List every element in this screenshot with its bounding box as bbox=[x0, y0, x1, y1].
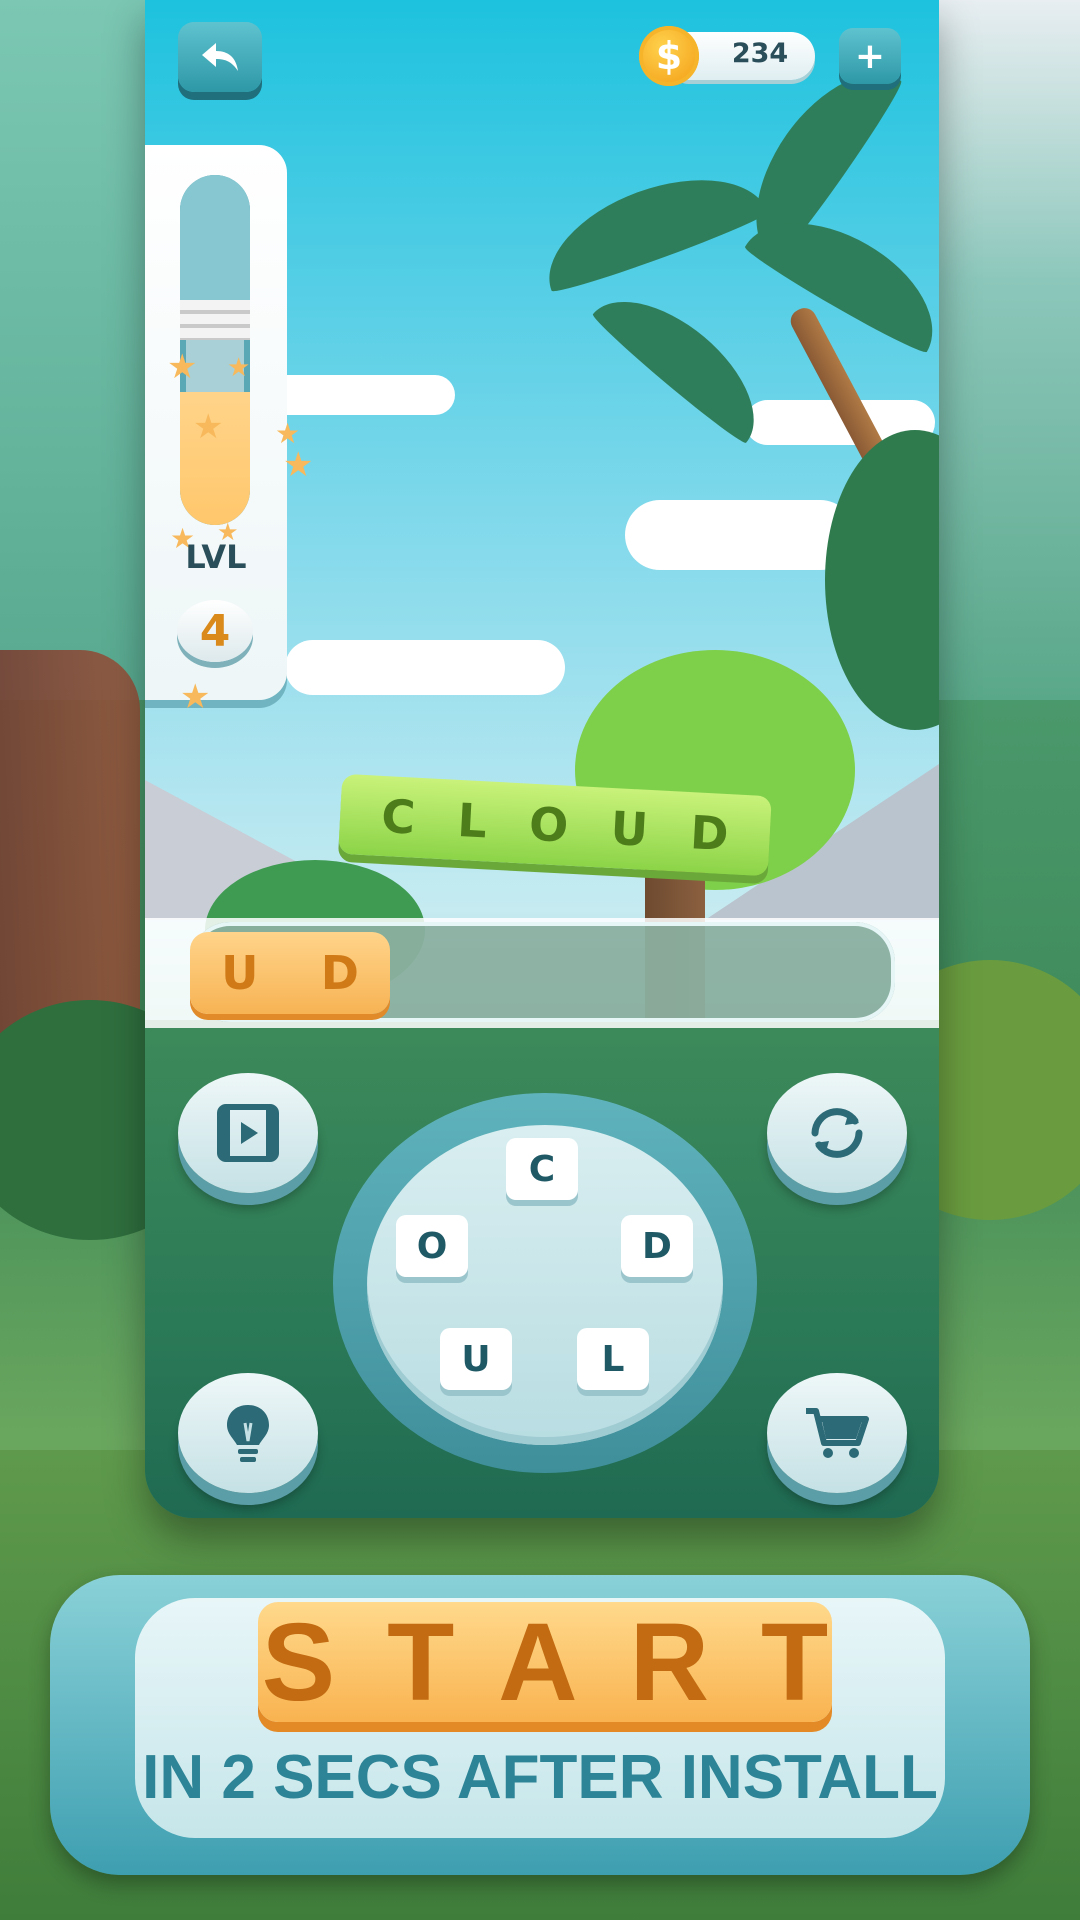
coin-icon: $ bbox=[639, 26, 699, 86]
letter-tile[interactable]: L bbox=[577, 1328, 649, 1390]
letter-tile[interactable]: O bbox=[396, 1215, 468, 1277]
word-letter: L bbox=[456, 792, 489, 849]
tree-canopy bbox=[825, 430, 939, 730]
lightbulb-icon bbox=[227, 1405, 269, 1462]
letter-tile[interactable]: D bbox=[621, 1215, 693, 1277]
coin-count: 234 bbox=[731, 38, 789, 69]
palm-leaf bbox=[529, 152, 771, 298]
answer-letter: D bbox=[320, 946, 359, 1000]
tube-sky bbox=[180, 175, 250, 315]
star-icon: ★ bbox=[180, 677, 211, 717]
game-screen: 234 $ + ★ ★ ★ ★ ★ ★ ★ ★ LVL 4 C L O U D … bbox=[145, 0, 939, 1518]
shop-button[interactable] bbox=[767, 1373, 907, 1493]
word-letter: C bbox=[380, 788, 417, 845]
back-arrow-icon bbox=[202, 43, 238, 71]
letter-tile[interactable]: U bbox=[440, 1328, 512, 1390]
cta-subtitle: IN 2 SECS AFTER INSTALL bbox=[142, 1743, 938, 1812]
word-letter: D bbox=[688, 805, 730, 862]
answer-tile: U D bbox=[190, 932, 390, 1014]
star-icon: ★ bbox=[275, 417, 301, 450]
shuffle-icon bbox=[811, 1108, 863, 1158]
letter-tile[interactable]: C bbox=[506, 1138, 578, 1200]
level-number-badge: 4 bbox=[177, 600, 253, 662]
cloud bbox=[625, 500, 855, 570]
start-button[interactable]: START bbox=[258, 1601, 832, 1724]
star-icon: ★ bbox=[193, 407, 224, 447]
background-sky-left bbox=[0, 0, 150, 700]
shuffle-button[interactable] bbox=[767, 1073, 907, 1193]
star-icon: ★ bbox=[167, 347, 198, 387]
start-label: START bbox=[261, 1600, 881, 1724]
watch-video-button[interactable] bbox=[178, 1073, 318, 1193]
star-icon: ★ bbox=[227, 353, 251, 383]
cloud bbox=[285, 640, 565, 695]
level-label: LVL bbox=[185, 538, 247, 576]
word-letter: O bbox=[527, 796, 570, 853]
hint-button[interactable] bbox=[178, 1373, 318, 1493]
word-letter: U bbox=[609, 800, 650, 857]
back-button[interactable] bbox=[178, 22, 262, 92]
palm-leaf bbox=[589, 272, 781, 448]
background-sky-right bbox=[930, 0, 1080, 700]
tube-band bbox=[180, 300, 250, 340]
add-coins-button[interactable]: + bbox=[839, 28, 901, 84]
video-play-icon bbox=[217, 1104, 279, 1162]
shopping-cart-icon bbox=[806, 1408, 869, 1458]
star-icon: ★ bbox=[283, 445, 314, 485]
answer-letter: U bbox=[221, 946, 259, 1000]
